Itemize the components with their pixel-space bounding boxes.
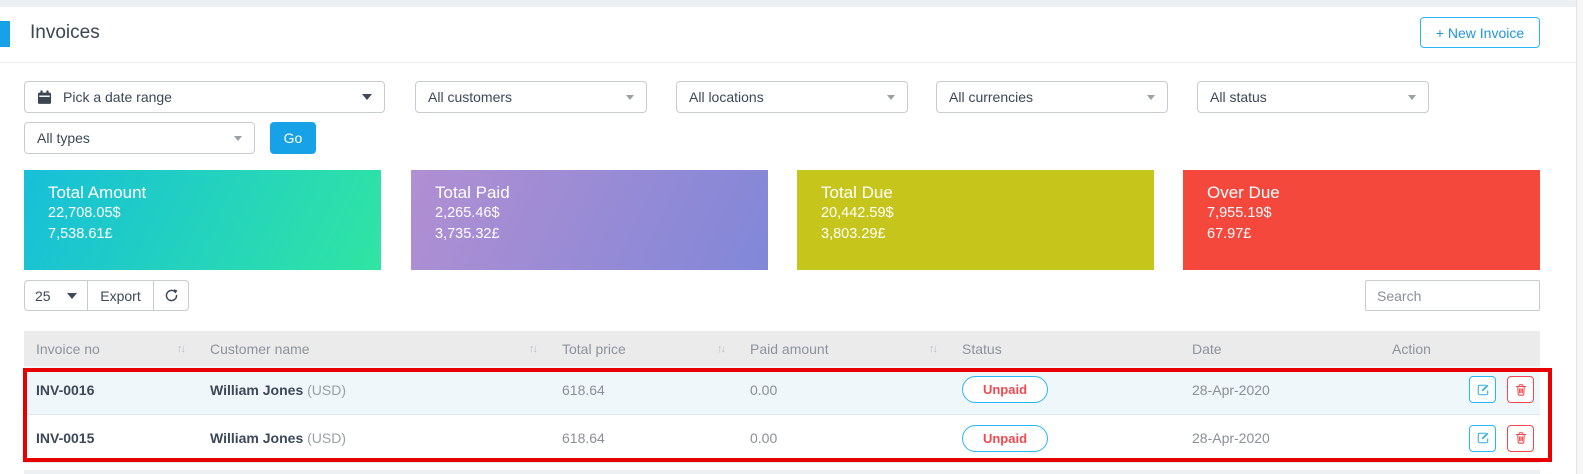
column-header-status: Status bbox=[950, 331, 1180, 366]
customers-label: All customers bbox=[428, 89, 512, 105]
status-label: All status bbox=[1210, 89, 1267, 105]
action-cell bbox=[1380, 366, 1540, 414]
trash-icon bbox=[1514, 431, 1528, 445]
action-cell bbox=[1380, 414, 1540, 462]
chevron-down-icon bbox=[362, 94, 372, 100]
column-header-date: Date bbox=[1180, 331, 1380, 366]
table-controls: 25 Export bbox=[24, 280, 189, 311]
title-accent-bar bbox=[0, 21, 10, 47]
edit-button[interactable] bbox=[1469, 376, 1496, 403]
paid-amount-cell: 0.00 bbox=[738, 366, 950, 414]
trash-icon bbox=[1514, 383, 1528, 397]
card-usd-value: 7,955.19$ bbox=[1207, 203, 1516, 224]
total-price-cell: 618.64 bbox=[550, 366, 738, 414]
over-due-card: Over Due 7,955.19$ 67.97£ bbox=[1183, 170, 1540, 270]
chevron-down-icon bbox=[626, 95, 634, 100]
column-header-invoice-no[interactable]: Invoice no ↑↓ bbox=[24, 331, 198, 366]
top-strip bbox=[0, 0, 1583, 7]
sort-icon[interactable]: ↑↓ bbox=[929, 343, 936, 355]
customer-name: William Jones bbox=[210, 430, 303, 446]
date-range-select[interactable]: Pick a date range bbox=[24, 81, 385, 113]
paid-amount-cell: 0.00 bbox=[738, 414, 950, 462]
sort-icon[interactable]: ↑↓ bbox=[717, 343, 724, 355]
total-paid-card: Total Paid 2,265.46$ 3,735.32£ bbox=[411, 170, 768, 270]
total-amount-card: Total Amount 22,708.05$ 7,538.61£ bbox=[24, 170, 381, 270]
table-row: INV-0015 William Jones (USD) 618.64 0.00… bbox=[24, 414, 1540, 462]
status-badge[interactable]: Unpaid bbox=[962, 425, 1048, 452]
delete-button[interactable] bbox=[1507, 376, 1534, 403]
page-title: Invoices bbox=[30, 22, 100, 44]
status-cell: Unpaid bbox=[950, 414, 1180, 462]
customer-currency: (USD) bbox=[307, 430, 346, 446]
card-title: Total Due bbox=[821, 183, 1130, 203]
table-row: INV-0016 William Jones (USD) 618.64 0.00… bbox=[24, 366, 1540, 414]
delete-button[interactable] bbox=[1507, 425, 1534, 452]
chevron-down-icon bbox=[1408, 95, 1416, 100]
date-cell: 28-Apr-2020 bbox=[1180, 414, 1380, 462]
card-title: Total Amount bbox=[48, 183, 357, 203]
date-cell: 28-Apr-2020 bbox=[1180, 366, 1380, 414]
sort-icon[interactable]: ↑↓ bbox=[177, 343, 184, 355]
calendar-icon bbox=[37, 90, 52, 105]
export-label: Export bbox=[100, 288, 140, 304]
invoice-no-cell: INV-0015 bbox=[24, 414, 198, 462]
locations-select[interactable]: All locations bbox=[676, 81, 908, 113]
date-range-label: Pick a date range bbox=[63, 89, 172, 105]
card-usd-value: 22,708.05$ bbox=[48, 203, 357, 224]
column-header-action: Action bbox=[1380, 331, 1540, 366]
types-label: All types bbox=[37, 130, 90, 146]
customer-cell: William Jones (USD) bbox=[198, 366, 550, 414]
edit-icon bbox=[1476, 383, 1490, 397]
refresh-icon bbox=[164, 288, 179, 303]
chevron-down-icon bbox=[887, 95, 895, 100]
currencies-label: All currencies bbox=[949, 89, 1033, 105]
currencies-select[interactable]: All currencies bbox=[936, 81, 1168, 113]
card-gbp-value: 3,803.29£ bbox=[821, 224, 1130, 245]
invoice-no-cell: INV-0016 bbox=[24, 366, 198, 414]
card-gbp-value: 7,538.61£ bbox=[48, 224, 357, 245]
table-header-row: Invoice no ↑↓ Customer name ↑↓ Total pri… bbox=[24, 331, 1540, 366]
column-header-paid-amount[interactable]: Paid amount ↑↓ bbox=[738, 331, 950, 366]
page-size-select[interactable]: 25 bbox=[24, 280, 88, 311]
column-header-total-price[interactable]: Total price ↑↓ bbox=[550, 331, 738, 366]
card-gbp-value: 3,735.32£ bbox=[435, 224, 744, 245]
card-title: Total Paid bbox=[435, 183, 744, 203]
card-gbp-value: 67.97£ bbox=[1207, 224, 1516, 245]
status-select[interactable]: All status bbox=[1197, 81, 1429, 113]
total-price-cell: 618.64 bbox=[550, 414, 738, 462]
customer-currency: (USD) bbox=[307, 382, 346, 398]
partial-next-row bbox=[24, 470, 1540, 474]
total-due-card: Total Due 20,442.59$ 3,803.29£ bbox=[797, 170, 1154, 270]
edit-icon bbox=[1476, 431, 1490, 445]
customers-select[interactable]: All customers bbox=[415, 81, 647, 113]
chevron-down-icon bbox=[67, 293, 77, 299]
card-usd-value: 20,442.59$ bbox=[821, 203, 1130, 224]
new-invoice-button[interactable]: + New Invoice bbox=[1420, 17, 1540, 48]
column-header-customer-name[interactable]: Customer name ↑↓ bbox=[198, 331, 550, 366]
sort-icon[interactable]: ↑↓ bbox=[529, 343, 536, 355]
page-size-value: 25 bbox=[35, 288, 51, 304]
refresh-button[interactable] bbox=[153, 280, 189, 311]
types-select[interactable]: All types bbox=[24, 122, 255, 154]
invoices-page: Invoices + New Invoice Pick a date range… bbox=[0, 0, 1583, 474]
customer-cell: William Jones (USD) bbox=[198, 414, 550, 462]
locations-label: All locations bbox=[689, 89, 764, 105]
edit-button[interactable] bbox=[1469, 425, 1496, 452]
card-usd-value: 2,265.46$ bbox=[435, 203, 744, 224]
card-title: Over Due bbox=[1207, 183, 1516, 203]
search-input[interactable] bbox=[1365, 280, 1540, 311]
chevron-down-icon bbox=[1147, 95, 1155, 100]
go-button[interactable]: Go bbox=[270, 122, 316, 154]
chevron-down-icon bbox=[234, 136, 242, 141]
invoices-table: Invoice no ↑↓ Customer name ↑↓ Total pri… bbox=[24, 331, 1540, 463]
customer-name: William Jones bbox=[210, 382, 303, 398]
status-badge[interactable]: Unpaid bbox=[962, 376, 1048, 403]
status-cell: Unpaid bbox=[950, 366, 1180, 414]
header-divider bbox=[0, 62, 1583, 63]
export-button[interactable]: Export bbox=[87, 280, 154, 311]
scrollbar[interactable] bbox=[1576, 0, 1583, 474]
